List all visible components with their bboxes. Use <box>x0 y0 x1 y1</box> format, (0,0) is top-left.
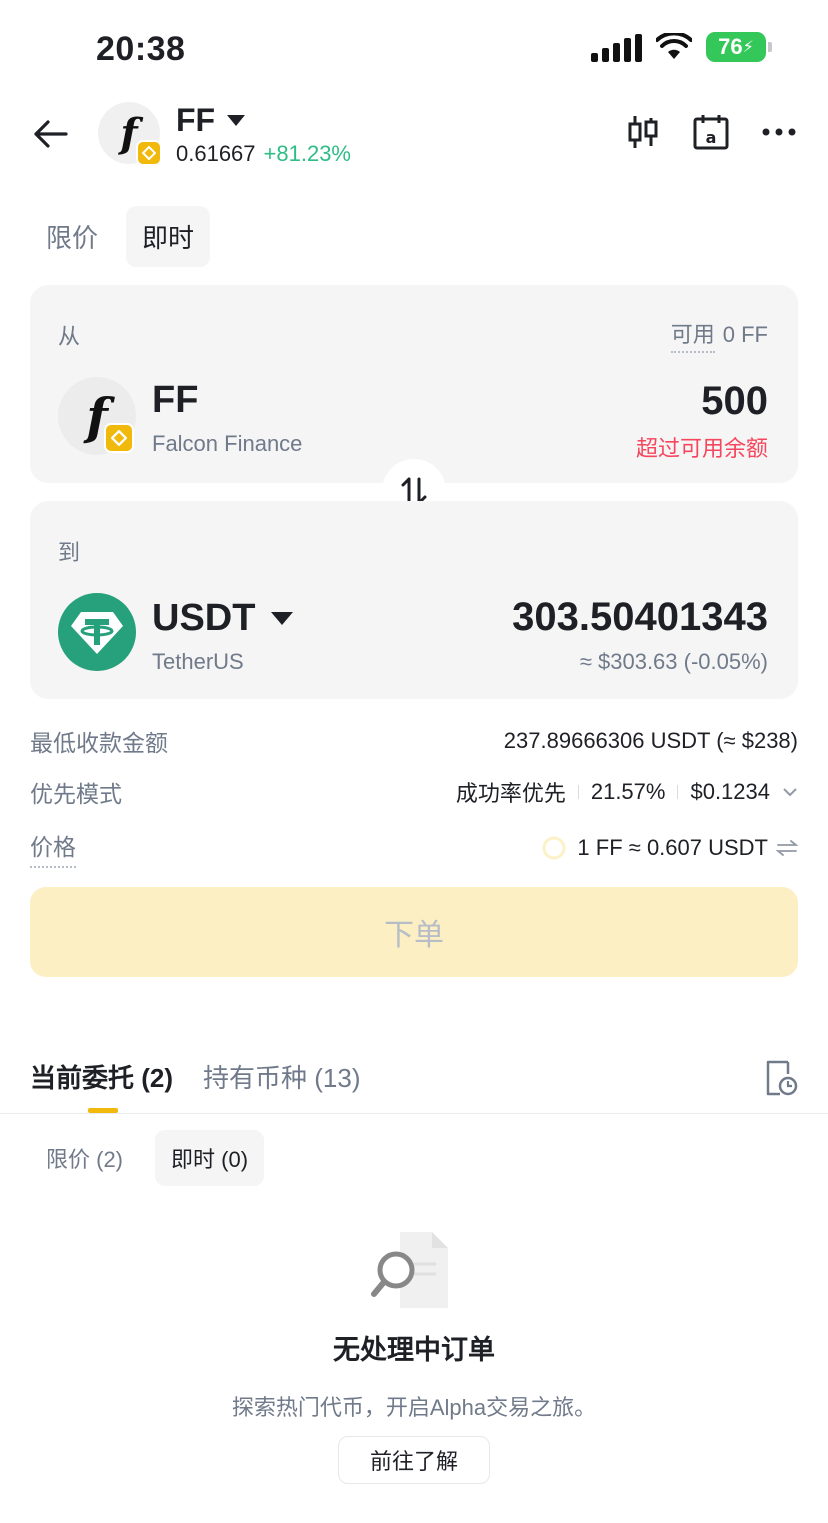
swap-rate-icon[interactable] <box>776 839 798 857</box>
available-label[interactable]: 可用 <box>670 322 715 353</box>
chevron-down-icon <box>271 612 294 625</box>
priority-mode: 成功率优先 <box>455 781 566 806</box>
pair-symbol: FF <box>176 102 216 138</box>
header-actions: a <box>624 112 798 152</box>
to-label: 到 <box>58 540 81 565</box>
available-value: 0 FF <box>722 322 768 347</box>
price-label[interactable]: 价格 <box>30 828 76 868</box>
bnb-chain-badge-icon <box>104 423 134 453</box>
to-usd-value: ≈ $303.63 (-0.05%) <box>579 649 768 674</box>
insufficient-balance-warning: 超过可用余额 <box>635 436 768 461</box>
tabs-divider <box>0 1113 828 1114</box>
priority-mode-label: 优先模式 <box>30 781 122 807</box>
explore-button[interactable]: 前往了解 <box>338 1436 490 1484</box>
from-token-logo: f <box>58 377 136 455</box>
place-order-button[interactable]: 下单 <box>30 887 798 977</box>
price-line: 0.61667 +81.23% <box>176 141 351 167</box>
usdt-token-logo <box>58 593 136 671</box>
cellular-signal-icon <box>591 32 642 62</box>
from-card: 从 可用 0 FF f FF Falcon Finance 500 超过可用余额 <box>30 285 798 483</box>
to-card: 到 USDT TetherUS 303.50401343 ≈ $303.63 (… <box>30 501 798 699</box>
sub-tab-limit[interactable]: 限价 (2) <box>30 1130 139 1186</box>
tab-instant[interactable]: 即时 <box>126 206 211 267</box>
price-change: +81.23% <box>263 141 351 166</box>
order-type-tabs: 限价 即时 <box>30 206 211 267</box>
refresh-timer-icon <box>542 836 566 860</box>
back-arrow-icon[interactable] <box>30 114 70 154</box>
divider <box>677 785 679 799</box>
min-receive-row: 最低收款金额 237.89666306 USDT (≈ $238) <box>30 724 798 758</box>
to-token-selector[interactable]: USDT <box>152 597 294 640</box>
chevron-down-icon <box>783 788 797 797</box>
price-row: 价格 1 FF ≈ 0.607 USDT <box>30 828 798 868</box>
order-sub-tabs: 限价 (2) 即时 (0) <box>30 1130 265 1186</box>
priority-mode-row[interactable]: 优先模式 成功率优先 21.57% $0.1234 <box>30 775 798 809</box>
battery-indicator: 76 ⚡ <box>706 32 772 62</box>
sub-tab-instant[interactable]: 即时 (0) <box>155 1130 265 1186</box>
ff-token-logo: f <box>98 102 162 166</box>
priority-percent: 21.57% <box>590 779 666 804</box>
from-amount-input[interactable]: 500 <box>701 379 768 424</box>
min-receive-value: 237.89666306 USDT (≈ $238) <box>503 728 798 753</box>
svg-text:a: a <box>706 128 717 147</box>
current-price: 0.61667 <box>176 141 256 166</box>
from-token-symbol[interactable]: FF <box>152 379 198 422</box>
to-token-name: TetherUS <box>152 649 244 674</box>
calendar-alpha-icon[interactable]: a <box>692 112 730 152</box>
divider <box>577 785 579 799</box>
status-time: 20:38 <box>96 30 186 68</box>
to-amount: 303.50401343 <box>512 595 768 639</box>
empty-state-description: 探索热门代币，开启Alpha交易之旅。 <box>231 1395 597 1420</box>
price-value-group: 1 FF ≈ 0.607 USDT <box>541 835 798 861</box>
tab-holdings[interactable]: 持有币种 (13) <box>203 1058 360 1095</box>
bnb-chain-badge-icon <box>136 140 162 166</box>
orders-tabs: 当前委托 (2) 持有币种 (13) <box>30 1058 360 1113</box>
empty-document-search-icon <box>371 1232 448 1308</box>
wifi-icon <box>656 33 692 59</box>
min-receive-label: 最低收款金额 <box>30 730 168 756</box>
charging-bolt-icon: ⚡ <box>742 39 754 56</box>
priority-fee: $0.1234 <box>690 779 770 804</box>
price-value: 1 FF ≈ 0.607 USDT <box>577 835 768 860</box>
available-balance: 可用 0 FF <box>670 317 768 353</box>
tab-open-orders[interactable]: 当前委托 (2) <box>30 1058 173 1113</box>
candlestick-chart-icon[interactable] <box>624 112 662 152</box>
pair-selector[interactable]: FF <box>176 102 246 139</box>
empty-state-title: 无处理中订单 <box>333 1335 495 1365</box>
order-history-icon[interactable] <box>764 1060 798 1096</box>
more-options-icon[interactable] <box>760 112 798 152</box>
from-token-name: Falcon Finance <box>152 431 303 456</box>
chevron-down-icon <box>227 115 246 126</box>
tab-limit[interactable]: 限价 <box>30 206 114 267</box>
from-label: 从 <box>58 324 81 349</box>
to-token-symbol: USDT <box>152 597 256 639</box>
status-icons: 76 ⚡ <box>591 32 772 62</box>
priority-mode-value[interactable]: 成功率优先 21.57% $0.1234 <box>456 776 798 808</box>
